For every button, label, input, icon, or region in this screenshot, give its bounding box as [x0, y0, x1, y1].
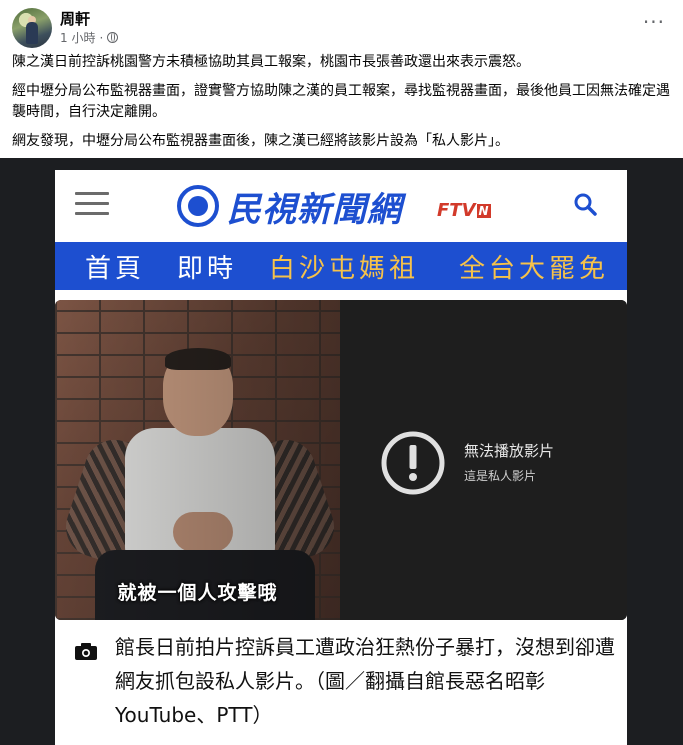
- ftv-logo-icon: [177, 185, 219, 227]
- post-meta: 1 小時 ·: [60, 29, 119, 46]
- camera-icon: [75, 643, 97, 660]
- nav-item-latest: 即時: [177, 254, 238, 284]
- search-icon: [574, 193, 597, 216]
- post-header: 周軒 1 小時 · ···: [0, 0, 683, 52]
- avatar[interactable]: [12, 8, 52, 48]
- post-text: 陳之漢日前控訴桃園警方未積極協助其員工報案，桃園市長張善政還出來表示震怒。 經中…: [12, 52, 672, 160]
- post-paragraph: 網友發現，中壢分局公布監視器畫面後，陳之漢已經將該影片設為「私人影片」。: [12, 133, 509, 149]
- image-caption: 館長日前拍片控訴員工遭政治狂熱份子暴打，沒想到卻遭網友抓包設私人影片。（圖／翻攝…: [115, 635, 615, 727]
- globe-icon[interactable]: [107, 32, 119, 43]
- post-paragraph: 陳之漢日前控訴桃園警方未積極協助其員工報案，桃園市長張善政還出來表示震怒。: [12, 54, 530, 70]
- video-unavailable-panel: 無法播放影片 這是私人影片: [340, 300, 627, 620]
- news-screenshot: 民視新聞網 FTV N 首頁 即時 白沙屯媽祖 全台大罷免 就被一個人攻擊哦 無…: [55, 170, 627, 745]
- ftv-logo: FTV N: [437, 200, 491, 221]
- site-nav: 首頁 即時 白沙屯媽祖 全台大罷免: [55, 242, 627, 290]
- video-thumbnail: 就被一個人攻擊哦: [55, 300, 340, 620]
- thumbnail-shading: [55, 300, 340, 620]
- ftv-logo-n: N: [476, 204, 491, 218]
- site-header: 民視新聞網 FTV N: [55, 170, 627, 240]
- video-subtitle: 就被一個人攻擊哦: [117, 582, 278, 604]
- unavailable-title: 無法播放影片: [464, 442, 555, 460]
- post-paragraph: 經中壢分局公布監視器畫面，證實警方協助陳之漢的員工報案，尋找監視器畫面，最後他員…: [12, 83, 670, 120]
- site-logo-text: 民視新聞網: [227, 190, 402, 230]
- post-image[interactable]: 民視新聞網 FTV N 首頁 即時 白沙屯媽祖 全台大罷免 就被一個人攻擊哦 無…: [0, 158, 683, 745]
- nav-item-home: 首頁: [85, 254, 146, 284]
- meta-separator: ·: [99, 30, 104, 45]
- ftv-logo-text: FTV: [437, 200, 476, 221]
- unavailable-subtitle: 這是私人影片: [464, 469, 537, 483]
- nav-item-recall: 全台大罷免: [459, 254, 610, 284]
- video-embed: 就被一個人攻擊哦 無法播放影片 這是私人影片: [55, 300, 627, 620]
- alert-icon: [381, 431, 445, 495]
- avatar-figure-body: [26, 22, 38, 44]
- menu-icon: [75, 192, 109, 216]
- nav-item-baishatun: 白沙屯媽祖: [269, 254, 420, 284]
- more-options-button[interactable]: ···: [643, 12, 665, 32]
- post-time[interactable]: 1 小時: [60, 29, 95, 46]
- author-name[interactable]: 周軒: [60, 8, 90, 29]
